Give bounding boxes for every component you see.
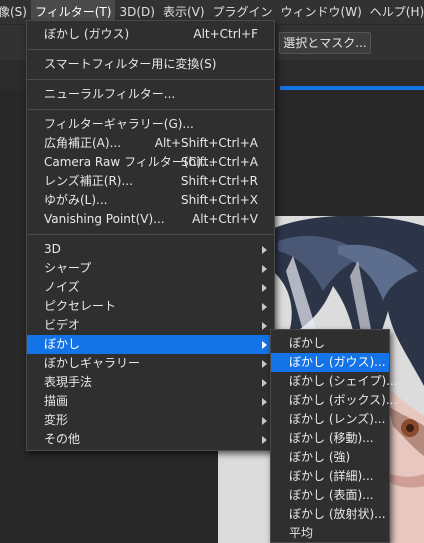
- menu-item-label: 描画: [44, 394, 69, 408]
- menu-item-adaptive-wide-angle[interactable]: 広角補正(A)... Alt+Shift+Ctrl+A: [27, 134, 274, 153]
- menu-item-shortcut: Alt+Shift+Ctrl+A: [154, 136, 258, 150]
- submenu-blur[interactable]: ぼかし: [27, 335, 274, 354]
- menu-item-vanishing-point[interactable]: Vanishing Point(V)... Alt+Ctrl+V: [27, 210, 274, 229]
- filter-menu: ぼかし (ガウス) Alt+Ctrl+F スマートフィルター用に変換(S) ニュ…: [26, 20, 275, 451]
- menu-item-label: 平均: [289, 526, 314, 540]
- menu-item-radial-blur[interactable]: ぼかし (放射状)...: [271, 505, 389, 524]
- menu-item-smart-blur[interactable]: ぼかし (詳細)...: [271, 467, 389, 486]
- submenu-3d[interactable]: 3D: [27, 240, 274, 259]
- menu-separator: [27, 109, 274, 110]
- submenu-pixelate[interactable]: ピクセレート: [27, 297, 274, 316]
- menu-item-label: ピクセレート: [44, 299, 117, 313]
- menu-item-blur[interactable]: ぼかし: [271, 334, 389, 353]
- submenu-blur-gallery[interactable]: ぼかしギャラリー: [27, 354, 274, 373]
- submenu-arrow-icon: [262, 303, 267, 311]
- menu-item-label: ぼかし (強): [289, 450, 351, 464]
- menu-item-label: ゆがみ(L)...: [44, 193, 108, 207]
- menu-item-shortcut: Alt+Ctrl+V: [192, 212, 258, 226]
- menu-item-label: 3D: [44, 242, 61, 256]
- menu-item-label: ぼかし (ガウス)...: [289, 355, 386, 369]
- menu-separator: [27, 234, 274, 235]
- menu-item-label: 変形: [44, 413, 69, 427]
- select-and-mask-button[interactable]: 選択とマスク...: [279, 32, 371, 54]
- menu-separator: [27, 49, 274, 50]
- menu-item-label: 広角補正(A)...: [44, 136, 122, 150]
- submenu-video[interactable]: ビデオ: [27, 316, 274, 335]
- menu-item-label: ニューラルフィルター...: [44, 87, 176, 101]
- menu-item-label: ぼかし (表面)...: [289, 488, 374, 502]
- menu-item-neural-filters[interactable]: ニューラルフィルター...: [27, 85, 274, 104]
- submenu-other[interactable]: その他: [27, 430, 274, 449]
- menu-item-label: ぼかし (詳細)...: [289, 469, 374, 483]
- menu-item-lens-correction[interactable]: レンズ補正(R)... Shift+Ctrl+R: [27, 172, 274, 191]
- menu-item-label: ぼかし (ガウス): [44, 27, 130, 41]
- menu-item-label: フィルターギャラリー(G)...: [44, 117, 194, 131]
- menu-help[interactable]: ヘルプ(H): [366, 0, 424, 24]
- submenu-arrow-icon: [262, 265, 267, 273]
- menu-item-label: その他: [44, 432, 81, 446]
- blur-submenu: ぼかし ぼかし (ガウス)... ぼかし (シェイプ)... ぼかし (ボックス…: [270, 329, 398, 543]
- menu-window[interactable]: ウィンドウ(W): [277, 0, 366, 24]
- menu-item-blur-more[interactable]: ぼかし (強): [271, 448, 389, 467]
- menu-item-shortcut: Alt+Ctrl+F: [193, 27, 258, 41]
- submenu-arrow-icon: [262, 360, 267, 368]
- menu-item-shortcut: Shift+Ctrl+X: [181, 193, 258, 207]
- menu-item-label: ぼかし (シェイプ)...: [289, 374, 398, 388]
- menu-item-filter-gallery[interactable]: フィルターギャラリー(G)...: [27, 115, 274, 134]
- menu-item-camera-raw-filter[interactable]: Camera Raw フィルター(C)... Shift+Ctrl+A: [27, 153, 274, 172]
- submenu-sharpen[interactable]: シャープ: [27, 259, 274, 278]
- submenu-arrow-icon: [262, 246, 267, 254]
- menu-item-label: ぼかし (レンズ)...: [289, 412, 386, 426]
- menu-item-surface-blur[interactable]: ぼかし (表面)...: [271, 486, 389, 505]
- menu-item-shortcut: Shift+Ctrl+A: [181, 155, 258, 169]
- menu-item-label: シャープ: [44, 261, 92, 275]
- menu-item-average[interactable]: 平均: [271, 524, 389, 543]
- submenu-distort[interactable]: 変形: [27, 411, 274, 430]
- menu-item-motion-blur[interactable]: ぼかし (移動)...: [271, 429, 389, 448]
- menu-item-convert-smart-filter[interactable]: スマートフィルター用に変換(S): [27, 55, 274, 74]
- menu-item-box-blur[interactable]: ぼかし (ボックス)...: [271, 391, 397, 410]
- menu-item-label: レンズ補正(R)...: [44, 174, 133, 188]
- submenu-arrow-icon: [262, 379, 267, 387]
- submenu-stylize[interactable]: 表現手法: [27, 373, 274, 392]
- menu-item-label: ぼかし (移動)...: [289, 431, 374, 445]
- menu-item-shape-blur[interactable]: ぼかし (シェイプ)...: [271, 372, 398, 391]
- menu-item-label: スマートフィルター用に変換(S): [44, 57, 217, 71]
- menu-item-label: Vanishing Point(V)...: [44, 212, 165, 226]
- menu-item-label: 表現手法: [44, 375, 93, 389]
- submenu-arrow-icon: [262, 436, 267, 444]
- submenu-arrow-icon: [262, 398, 267, 406]
- submenu-arrow-icon: [262, 284, 267, 292]
- menu-item-label: ぼかし (放射状)...: [289, 507, 386, 521]
- submenu-arrow-icon: [262, 322, 267, 330]
- menu-item-gaussian-blur[interactable]: ぼかし (ガウス)...: [271, 353, 389, 372]
- menu-item-label: ノイズ: [44, 280, 80, 294]
- menu-item-last-filter[interactable]: ぼかし (ガウス) Alt+Ctrl+F: [27, 25, 274, 44]
- menu-item-liquify[interactable]: ゆがみ(L)... Shift+Ctrl+X: [27, 191, 274, 210]
- submenu-render[interactable]: 描画: [27, 392, 274, 411]
- submenu-arrow-icon: [262, 417, 267, 425]
- submenu-arrow-icon: [262, 341, 267, 349]
- menu-item-label: ぼかし: [44, 337, 81, 351]
- menu-item-label: ぼかしギャラリー: [44, 356, 141, 370]
- menu-separator: [27, 79, 274, 80]
- menu-item-label: ぼかし (ボックス)...: [289, 393, 398, 407]
- menu-item-shortcut: Shift+Ctrl+R: [180, 174, 258, 188]
- menu-item-lens-blur[interactable]: ぼかし (レンズ)...: [271, 410, 389, 429]
- submenu-noise[interactable]: ノイズ: [27, 278, 274, 297]
- menu-item-label: ビデオ: [44, 318, 81, 332]
- menu-item-label: ぼかし: [289, 336, 326, 350]
